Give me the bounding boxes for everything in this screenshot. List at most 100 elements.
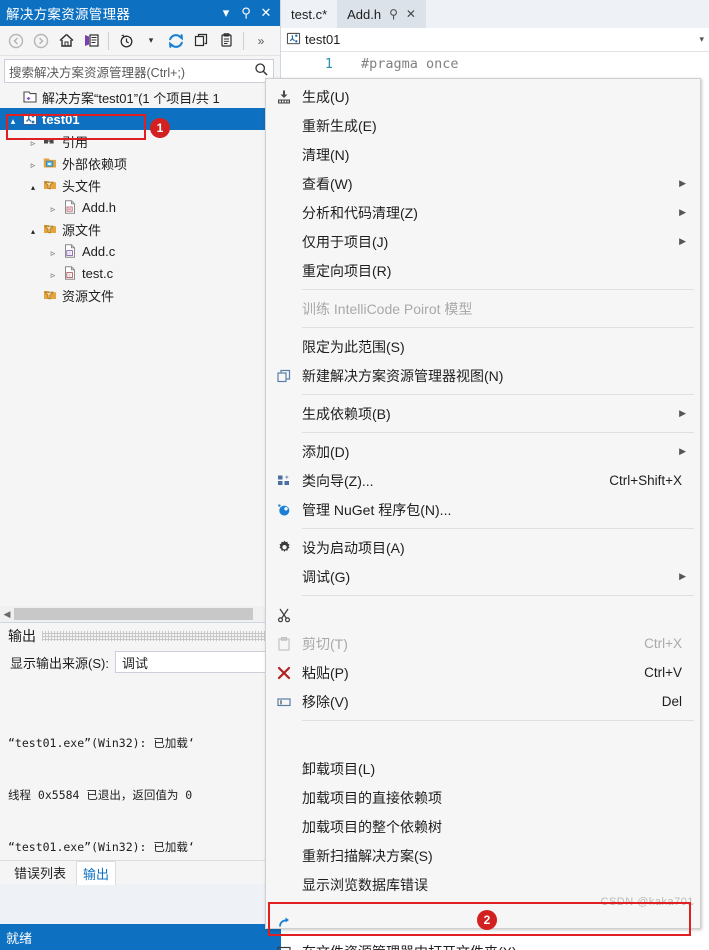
back-icon[interactable] [4, 29, 28, 53]
twisty[interactable]: ▴ [26, 178, 40, 193]
menu-item-build-dependencies[interactable]: 生成依赖项(B) ▶ [266, 399, 700, 428]
output-line: “test01.exe”(Win32): 已加载‘ [8, 839, 195, 854]
tree-item-references[interactable]: ▹ 引用 [0, 130, 280, 152]
twisty[interactable]: ▹ [26, 156, 40, 171]
tab-add-h[interactable]: Add.h ⚲ ✕ [337, 0, 426, 28]
search-input[interactable]: 搜索解决方案资源管理器(Ctrl+;) [9, 62, 254, 81]
pin-icon[interactable]: ⚲ [236, 5, 256, 21]
scroll-left-icon[interactable]: ◀ [0, 609, 14, 620]
pending-dropdown-icon[interactable]: ▾ [139, 29, 163, 53]
breadcrumb-label[interactable]: test01 [305, 32, 340, 47]
output-source-select[interactable]: 调试 [114, 651, 280, 673]
menu-item-shortcut: Ctrl+Shift+X [609, 473, 682, 488]
menu-item-label: 调试(G) [302, 568, 351, 585]
show-all-files-icon[interactable] [214, 29, 238, 53]
scrollbar-thumb[interactable] [14, 608, 253, 620]
submenu-arrow-icon: ▶ [679, 207, 686, 217]
menu-item-label: 重新扫描解决方案(S) [302, 847, 433, 864]
sync-with-active-document-icon[interactable] [79, 29, 103, 53]
external-deps-icon [40, 155, 60, 171]
tree-item-label: 头文件 [62, 178, 102, 194]
menu-item-rescan-solution[interactable]: 加载项目的整个依赖树 [266, 812, 700, 841]
menu-item-open-in-terminal[interactable]: 在文件资源管理器中打开文件夹(X) [266, 937, 700, 950]
twisty[interactable]: ▹ [26, 134, 40, 149]
twisty[interactable]: ▹ [46, 266, 60, 281]
menu-item-rebuild[interactable]: 重新生成(E) [266, 111, 700, 140]
menu-item-load-entire-dependency-tree[interactable]: 加载项目的直接依赖项 [266, 783, 700, 812]
solution-explorer-title-bar: 解决方案资源管理器 ▾ ⚲ ✕ [0, 0, 280, 26]
close-icon[interactable]: ✕ [406, 7, 416, 21]
menu-item-analyze-and-cleanup[interactable]: 分析和代码清理(Z) ▶ [266, 198, 700, 227]
menu-separator [302, 394, 694, 395]
close-icon[interactable]: ✕ [256, 5, 276, 21]
chevron-down-icon[interactable]: ▾ [699, 34, 704, 45]
twisty[interactable]: ▹ [46, 244, 60, 259]
cut-icon [266, 607, 302, 623]
forward-icon[interactable] [29, 29, 53, 53]
code-editor[interactable]: 1 #pragma once [281, 52, 709, 72]
menu-item-load-direct-dependencies[interactable]: 卸载项目(L) [266, 754, 700, 783]
menu-item-shortcut: Del [661, 694, 682, 709]
menu-item-new-solution-explorer-view[interactable]: 新建解决方案资源管理器视图(N) [266, 361, 700, 390]
output-panel: 输出 显示输出来源(S): 调试 “test01.exe”(Win32): 已加… [0, 622, 281, 885]
chevron-down-icon[interactable]: ▾ [216, 5, 236, 21]
menu-item-class-wizard[interactable]: 类向导(Z)... Ctrl+Shift+X [266, 466, 700, 495]
horizontal-scrollbar[interactable]: ◀ [0, 606, 281, 622]
twisty[interactable]: ▴ [26, 222, 40, 237]
visual-studio-window: 解决方案资源管理器 ▾ ⚲ ✕ ▾ » 搜索解决方案资源管理器(Ctrl+;) … [0, 0, 709, 950]
twisty[interactable]: ▴ [6, 112, 20, 127]
menu-item-cut[interactable] [266, 600, 700, 629]
breadcrumb[interactable]: test01 ▾ [281, 28, 709, 52]
refresh-icon[interactable] [164, 29, 188, 53]
menu-item-label: 管理 NuGet 程序包(N)... [302, 501, 452, 518]
menu-item-set-as-startup-project[interactable]: 设为启动项目(A) [266, 533, 700, 562]
menu-item-scope-to-this[interactable]: 限定为此范围(S) [266, 332, 700, 361]
references-icon [40, 133, 60, 149]
menu-item-add[interactable]: 添加(D) ▶ [266, 437, 700, 466]
menu-item-label: 类向导(Z)... [302, 472, 374, 489]
collapse-all-icon[interactable] [189, 29, 213, 53]
solution-tree[interactable]: 解决方案“test01”(1 个项目/共 1 ▴ test01 ▹ 引用 ▹ 外… [0, 86, 280, 600]
tab-test-c[interactable]: test.c* [281, 0, 337, 28]
drag-handle[interactable] [42, 631, 274, 641]
tree-item-source-files-filter[interactable]: ▴ 源文件 [0, 218, 280, 240]
tree-item-file-add-c[interactable]: ▹ c Add.c [0, 240, 280, 262]
code-line[interactable]: #pragma once [339, 56, 459, 72]
gear-icon [266, 539, 302, 556]
project-context-menu[interactable]: 生成(U) 重新生成(E) 清理(N) 查看(W) ▶ 分析和代码清理(Z) ▶… [265, 78, 701, 950]
search-box[interactable]: 搜索解决方案资源管理器(Ctrl+;) [4, 59, 274, 83]
tab-label: Add.h [347, 6, 382, 22]
menu-item-manage-nuget-packages[interactable]: 管理 NuGet 程序包(N)... [266, 495, 700, 524]
tree-item-project-test01[interactable]: ▴ test01 [0, 108, 280, 130]
menu-item-remove[interactable]: 粘贴(P) Ctrl+V [266, 658, 700, 687]
menu-item-build[interactable]: 生成(U) [266, 82, 700, 111]
overflow-icon[interactable]: » [249, 29, 273, 53]
menu-item-retarget-project[interactable]: 重定向项目(R) [266, 256, 700, 285]
tab-output[interactable]: 输出 [76, 860, 117, 885]
pending-changes-icon[interactable] [114, 29, 138, 53]
menu-item-label: 查看(W) [302, 175, 353, 192]
menu-item-view[interactable]: 查看(W) ▶ [266, 169, 700, 198]
tree-item-external-dependencies[interactable]: ▹ 外部依赖项 [0, 152, 280, 174]
menu-item-clean[interactable]: 清理(N) [266, 140, 700, 169]
tree-item-file-test-c[interactable]: ▹ c test.c [0, 262, 280, 284]
tree-item-resource-files-filter[interactable]: 资源文件 [0, 284, 280, 306]
menu-item-clear-browse-database-errors[interactable]: 显示浏览数据库错误 [266, 870, 700, 899]
twisty[interactable]: ▹ [46, 200, 60, 215]
menu-item-rename[interactable]: 移除(V) Del [266, 687, 700, 716]
menu-item-show-browse-database-errors[interactable]: 重新扫描解决方案(S) [266, 841, 700, 870]
tree-item-label: Add.c [82, 243, 116, 259]
tab-error-list[interactable]: 错误列表 [8, 861, 72, 884]
home-icon[interactable] [54, 29, 78, 53]
tree-item-header-files-filter[interactable]: ▴ 头文件 [0, 174, 280, 196]
tree-item-label: Add.h [82, 199, 116, 215]
menu-item-debug[interactable]: 调试(G) ▶ [266, 562, 700, 591]
output-text[interactable]: “test01.exe”(Win32): 已加载‘ 线程 0x5584 已退出，… [8, 701, 280, 856]
menu-item-project-only[interactable]: 仅用于项目(J) ▶ [266, 227, 700, 256]
solution-explorer-panel: 解决方案资源管理器 ▾ ⚲ ✕ ▾ » 搜索解决方案资源管理器(Ctrl+;) … [0, 0, 281, 622]
menu-separator [302, 327, 694, 328]
menu-item-unload-project[interactable] [266, 725, 700, 754]
tree-item-solution[interactable]: 解决方案“test01”(1 个项目/共 1 [0, 86, 280, 108]
tree-item-file-add-h[interactable]: ▹ Add.h [0, 196, 280, 218]
pin-icon[interactable]: ⚲ [389, 7, 398, 21]
